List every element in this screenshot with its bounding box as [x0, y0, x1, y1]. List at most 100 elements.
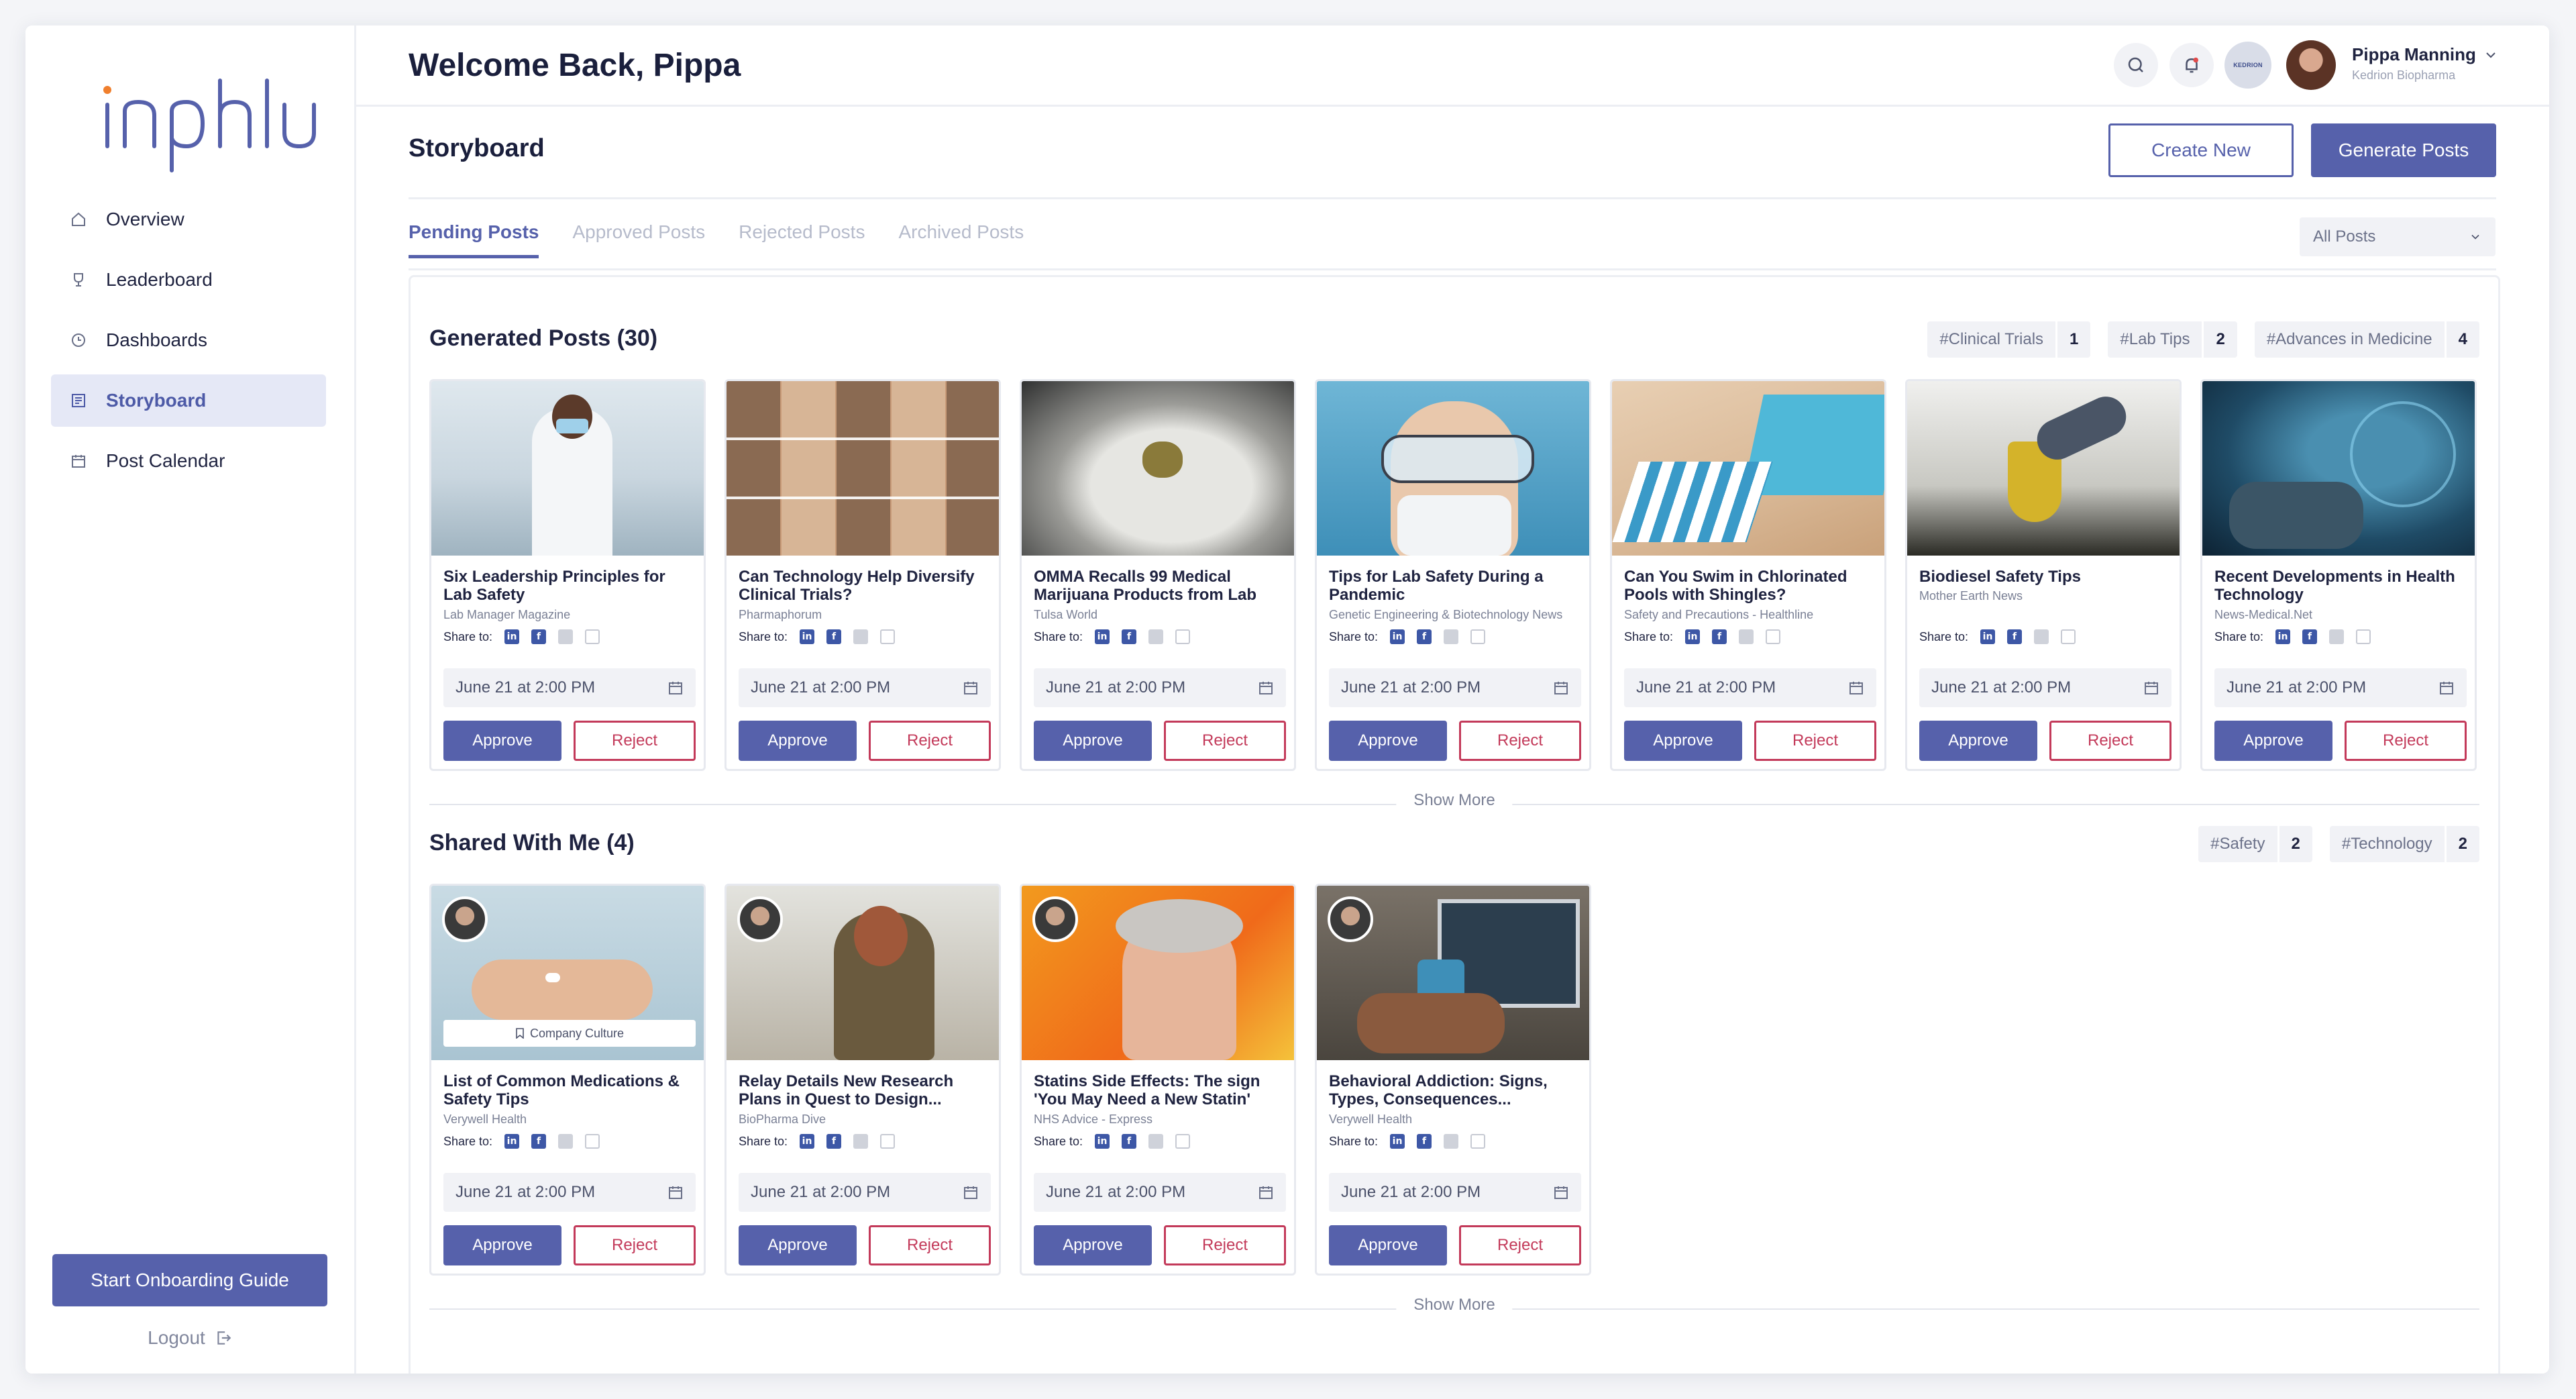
approve-button[interactable]: Approve	[443, 721, 561, 761]
approve-button[interactable]: Approve	[739, 721, 857, 761]
facebook-icon[interactable]: f	[531, 1134, 547, 1149]
instagram-icon[interactable]	[558, 629, 574, 644]
post-title[interactable]: Can You Swim in Chlorinated Pools with S…	[1624, 568, 1876, 604]
post-title[interactable]: Statins Side Effects: The sign 'You May …	[1034, 1072, 1286, 1108]
sidebar-item-post-calendar[interactable]: Post Calendar	[51, 435, 326, 487]
tab-approved-posts[interactable]: Approved Posts	[572, 221, 705, 258]
approve-button[interactable]: Approve	[1034, 721, 1152, 761]
twitter-icon[interactable]	[880, 1134, 896, 1149]
post-title[interactable]: OMMA Recalls 99 Medical Marijuana Produc…	[1034, 568, 1286, 604]
linkedin-icon[interactable]: in	[504, 629, 520, 644]
schedule-date-field[interactable]: June 21 at 2:00 PM	[1034, 668, 1286, 707]
post-title[interactable]: Biodiesel Safety Tips	[1919, 568, 2171, 586]
logout-link[interactable]: Logout	[52, 1321, 327, 1355]
tag-filter[interactable]: #Clinical Trials 1	[1927, 321, 2091, 358]
instagram-icon[interactable]	[558, 1134, 574, 1149]
post-card[interactable]: Six Leadership Principles for Lab Safety…	[429, 379, 706, 771]
approve-button[interactable]: Approve	[2214, 721, 2332, 761]
reject-button[interactable]: Reject	[1164, 1225, 1286, 1265]
reject-button[interactable]: Reject	[1754, 721, 1876, 761]
show-more-link[interactable]: Show More	[1396, 791, 1513, 810]
reject-button[interactable]: Reject	[574, 1225, 696, 1265]
post-card[interactable]: Can Technology Help Diversify Clinical T…	[724, 379, 1001, 771]
instagram-icon[interactable]	[853, 1134, 869, 1149]
facebook-icon[interactable]: f	[1417, 1134, 1432, 1149]
sidebar-item-overview[interactable]: Overview	[51, 193, 326, 246]
facebook-icon[interactable]: f	[531, 629, 547, 644]
post-card[interactable]: Behavioral Addiction: Signs, Types, Cons…	[1315, 884, 1591, 1276]
post-title[interactable]: Relay Details New Research Plans in Ques…	[739, 1072, 991, 1108]
schedule-date-field[interactable]: June 21 at 2:00 PM	[1034, 1173, 1286, 1212]
linkedin-icon[interactable]: in	[800, 1134, 815, 1149]
sidebar-item-dashboards[interactable]: Dashboards	[51, 314, 326, 366]
twitter-icon[interactable]	[1470, 1134, 1486, 1149]
shared-by-avatar[interactable]	[737, 896, 783, 942]
create-new-button[interactable]: Create New	[2108, 123, 2294, 177]
search-button[interactable]	[2114, 43, 2158, 87]
schedule-date-field[interactable]: June 21 at 2:00 PM	[739, 668, 991, 707]
shared-by-avatar[interactable]	[442, 896, 488, 942]
post-card[interactable]: Statins Side Effects: The sign 'You May …	[1020, 884, 1296, 1276]
linkedin-icon[interactable]: in	[1980, 629, 1996, 644]
show-more-link[interactable]: Show More	[1396, 1296, 1513, 1314]
inphu-logo[interactable]	[101, 78, 329, 178]
twitter-icon[interactable]	[1766, 629, 1781, 644]
instagram-icon[interactable]	[853, 629, 869, 644]
post-card[interactable]: OMMA Recalls 99 Medical Marijuana Produc…	[1020, 379, 1296, 771]
instagram-icon[interactable]	[1739, 629, 1754, 644]
sidebar-item-storyboard[interactable]: Storyboard	[51, 374, 326, 427]
post-card[interactable]: Can You Swim in Chlorinated Pools with S…	[1610, 379, 1886, 771]
instagram-icon[interactable]	[1148, 1134, 1164, 1149]
chevron-down-icon[interactable]	[2483, 47, 2499, 66]
twitter-icon[interactable]	[585, 1134, 600, 1149]
twitter-icon[interactable]	[1175, 629, 1191, 644]
linkedin-icon[interactable]: in	[1390, 1134, 1405, 1149]
facebook-icon[interactable]: f	[2007, 629, 2023, 644]
post-title[interactable]: Recent Developments in Health Technology	[2214, 568, 2467, 604]
start-onboarding-button[interactable]: Start Onboarding Guide	[52, 1254, 327, 1306]
user-name[interactable]: Pippa Manning	[2352, 44, 2476, 65]
reject-button[interactable]: Reject	[2049, 721, 2171, 761]
shared-by-avatar[interactable]	[1032, 896, 1078, 942]
facebook-icon[interactable]: f	[2302, 629, 2318, 644]
twitter-icon[interactable]	[2356, 629, 2371, 644]
reject-button[interactable]: Reject	[869, 1225, 991, 1265]
reject-button[interactable]: Reject	[1164, 721, 1286, 761]
schedule-date-field[interactable]: June 21 at 2:00 PM	[2214, 668, 2467, 707]
post-card[interactable]: Tips for Lab Safety During a Pandemic Ge…	[1315, 379, 1591, 771]
facebook-icon[interactable]: f	[1122, 629, 1137, 644]
org-logo[interactable]: KEDRION	[2224, 42, 2271, 89]
instagram-icon[interactable]	[1148, 629, 1164, 644]
linkedin-icon[interactable]: in	[1685, 629, 1701, 644]
schedule-date-field[interactable]: June 21 at 2:00 PM	[1624, 668, 1876, 707]
post-title[interactable]: List of Common Medications & Safety Tips	[443, 1072, 696, 1108]
post-card[interactable]: Recent Developments in Health Technology…	[2200, 379, 2477, 771]
notifications-button[interactable]	[2169, 43, 2214, 87]
twitter-icon[interactable]	[880, 629, 896, 644]
approve-button[interactable]: Approve	[739, 1225, 857, 1265]
tag-filter[interactable]: #Technology 2	[2329, 826, 2479, 862]
facebook-icon[interactable]: f	[1122, 1134, 1137, 1149]
schedule-date-field[interactable]: June 21 at 2:00 PM	[443, 668, 696, 707]
linkedin-icon[interactable]: in	[504, 1134, 520, 1149]
facebook-icon[interactable]: f	[826, 629, 842, 644]
post-card[interactable]: Biodiesel Safety Tips Mother Earth News …	[1905, 379, 2182, 771]
approve-button[interactable]: Approve	[1919, 721, 2037, 761]
tab-rejected-posts[interactable]: Rejected Posts	[739, 221, 865, 258]
instagram-icon[interactable]	[1444, 1134, 1459, 1149]
shared-by-avatar[interactable]	[1328, 896, 1373, 942]
tag-filter[interactable]: #Lab Tips 2	[2108, 321, 2237, 358]
schedule-date-field[interactable]: June 21 at 2:00 PM	[1329, 668, 1581, 707]
schedule-date-field[interactable]: June 21 at 2:00 PM	[443, 1173, 696, 1212]
sidebar-item-leaderboard[interactable]: Leaderboard	[51, 254, 326, 306]
linkedin-icon[interactable]: in	[2275, 629, 2291, 644]
approve-button[interactable]: Approve	[1329, 1225, 1447, 1265]
tag-filter[interactable]: #Safety 2	[2198, 826, 2312, 862]
twitter-icon[interactable]	[2061, 629, 2076, 644]
facebook-icon[interactable]: f	[1417, 629, 1432, 644]
tag-filter[interactable]: #Advances in Medicine 4	[2254, 321, 2479, 358]
post-title[interactable]: Behavioral Addiction: Signs, Types, Cons…	[1329, 1072, 1581, 1108]
post-card[interactable]: Company Culture List of Common Medicatio…	[429, 884, 706, 1276]
reject-button[interactable]: Reject	[869, 721, 991, 761]
reject-button[interactable]: Reject	[1459, 721, 1581, 761]
